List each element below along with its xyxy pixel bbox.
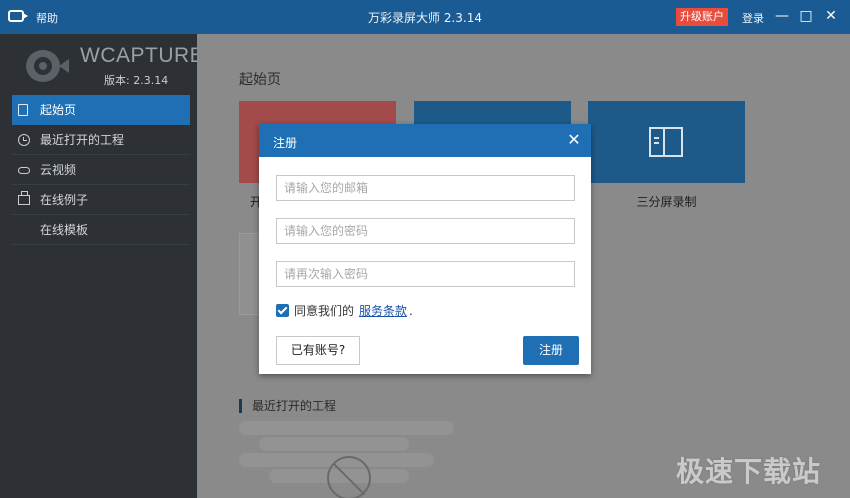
sidebar-item-start-page[interactable]: 起始页 xyxy=(12,95,190,125)
dialog-header: 注册 ✕ xyxy=(259,124,591,157)
recent-projects-heading: 最近打开的工程 xyxy=(239,399,336,413)
brand: WCAPTURE 版本: 2.3.14 xyxy=(24,42,204,92)
sidebar-item-cloud-video[interactable]: 云视频 xyxy=(12,155,190,185)
split-screen-record-card[interactable] xyxy=(588,101,745,183)
close-window-button[interactable]: ✕ xyxy=(822,7,840,25)
agree-terms-checkbox[interactable] xyxy=(276,304,289,317)
sidebar-item-online-examples[interactable]: 在线例子 xyxy=(12,185,190,215)
have-account-button[interactable]: 已有账号? xyxy=(276,336,360,365)
sidebar-item-label: 在线例子 xyxy=(40,193,89,207)
password-field[interactable] xyxy=(276,218,575,244)
maximize-button[interactable]: □ xyxy=(797,7,815,25)
split-screen-record-label: 三分屏录制 xyxy=(636,195,697,209)
dialog-title: 注册 xyxy=(273,136,298,150)
clock-icon xyxy=(18,134,30,146)
agree-terms-label: 同意我们的 xyxy=(294,304,355,318)
camera-logo-wing xyxy=(59,59,69,73)
page-title: 起始页 xyxy=(239,72,281,88)
confirm-password-field[interactable] xyxy=(276,261,575,287)
email-field[interactable] xyxy=(276,175,575,201)
split-screen-icon xyxy=(649,127,683,157)
sidebar-nav: 起始页 最近打开的工程 云视频 在线例子 在线模板 xyxy=(12,95,190,245)
cloud-icon xyxy=(18,167,30,174)
sidebar-item-recent-projects[interactable]: 最近打开的工程 xyxy=(12,125,190,155)
app-version: 版本: 2.3.14 xyxy=(104,74,169,87)
register-button[interactable]: 注册 xyxy=(523,336,579,365)
sidebar-item-label: 起始页 xyxy=(40,103,77,117)
empty-state-icon xyxy=(327,456,371,498)
box-icon xyxy=(18,191,30,205)
sidebar-item-label: 云视频 xyxy=(40,163,77,177)
minimize-button[interactable]: — xyxy=(773,7,791,25)
login-button[interactable]: 登录 xyxy=(742,10,764,26)
document-icon xyxy=(18,104,28,116)
terms-of-service-link[interactable]: 服务条款 xyxy=(359,303,407,319)
sidebar-item-online-templates[interactable]: 在线模板 xyxy=(12,215,190,245)
close-icon[interactable]: ✕ xyxy=(564,130,584,150)
title-bar: 帮助 万彩录屏大师 2.3.14 升级账户 登录 — □ ✕ xyxy=(0,0,850,34)
brand-name: WCAPTURE xyxy=(80,44,205,67)
register-dialog: 注册 ✕ 同意我们的 服务条款 . 已有账号? 注册 xyxy=(259,124,591,374)
template-placeholder xyxy=(239,233,259,315)
agree-terms-period: . xyxy=(409,304,413,318)
sidebar-item-label: 在线模板 xyxy=(40,223,89,237)
sidebar: WCAPTURE 版本: 2.3.14 起始页 最近打开的工程 云视频 在线例子… xyxy=(0,34,204,498)
camera-logo-icon xyxy=(26,50,60,82)
sidebar-item-label: 最近打开的工程 xyxy=(40,133,125,147)
watermark: 极速下载站 xyxy=(676,455,822,488)
upgrade-account-button[interactable]: 升级账户 xyxy=(676,8,728,26)
